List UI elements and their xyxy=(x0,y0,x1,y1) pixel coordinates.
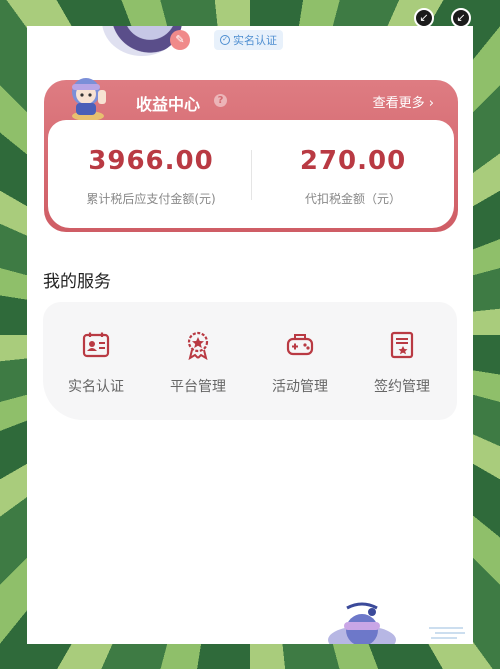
services-panel: 实名认证 平台管理 活动管理 签约管理 xyxy=(43,302,457,420)
income-title: 收益中心 xyxy=(136,95,201,114)
stat-tax-withheld[interactable]: 270.00 代扣税金额（元） xyxy=(258,146,448,207)
decoration-lines xyxy=(429,627,465,639)
contract-icon xyxy=(390,331,414,359)
stat-value: 3966.00 xyxy=(88,146,214,176)
chevron-right-icon: › xyxy=(428,96,434,111)
section-title: 我的服务 xyxy=(43,272,111,292)
collapse-icon[interactable]: ↙ xyxy=(451,8,471,28)
view-more-link[interactable]: 查看更多 › xyxy=(373,92,434,111)
income-header: 收益中心 ? 查看更多 › xyxy=(44,78,458,121)
divider xyxy=(251,150,252,200)
check-shield-icon: ✓ xyxy=(220,35,230,45)
service-activity-management[interactable]: 活动管理 xyxy=(255,330,345,396)
verified-badge: ✓ 实名认证 xyxy=(214,30,283,50)
income-stats: 3966.00 累计税后应支付金额(元) 270.00 代扣税金额（元） xyxy=(48,120,454,228)
gamepad-icon xyxy=(286,334,314,356)
help-icon[interactable]: ? xyxy=(214,94,227,107)
minimize-icon[interactable]: ↙ xyxy=(414,8,434,28)
mascot-icon xyxy=(72,78,106,121)
stat-label: 代扣税金额（元） xyxy=(304,192,401,206)
award-badge-icon xyxy=(187,331,209,361)
stat-label: 累计税后应支付金额(元) xyxy=(86,192,216,206)
mascot-illustration xyxy=(328,602,396,644)
service-label: 签约管理 xyxy=(374,379,430,395)
service-label: 平台管理 xyxy=(170,379,226,395)
verified-label: 实名认证 xyxy=(233,34,277,47)
edit-icon[interactable]: ✎ xyxy=(170,30,190,50)
app-screen: ✎ ✓ 实名认证 收益中心 ? 查看更多 › 3966.00 累计税后应支付金额… xyxy=(27,26,473,644)
service-contract-management[interactable]: 签约管理 xyxy=(357,330,447,396)
stat-total-payable[interactable]: 3966.00 累计税后应支付金额(元) xyxy=(56,146,246,207)
income-center-panel: 收益中心 ? 查看更多 › 3966.00 累计税后应支付金额(元) 270.0… xyxy=(44,78,458,232)
service-real-name-verification[interactable]: 实名认证 xyxy=(51,330,141,396)
service-platform-management[interactable]: 平台管理 xyxy=(153,330,243,396)
service-label: 活动管理 xyxy=(272,379,328,395)
id-card-icon xyxy=(82,332,110,358)
stat-value: 270.00 xyxy=(299,146,407,176)
service-label: 实名认证 xyxy=(68,379,124,395)
